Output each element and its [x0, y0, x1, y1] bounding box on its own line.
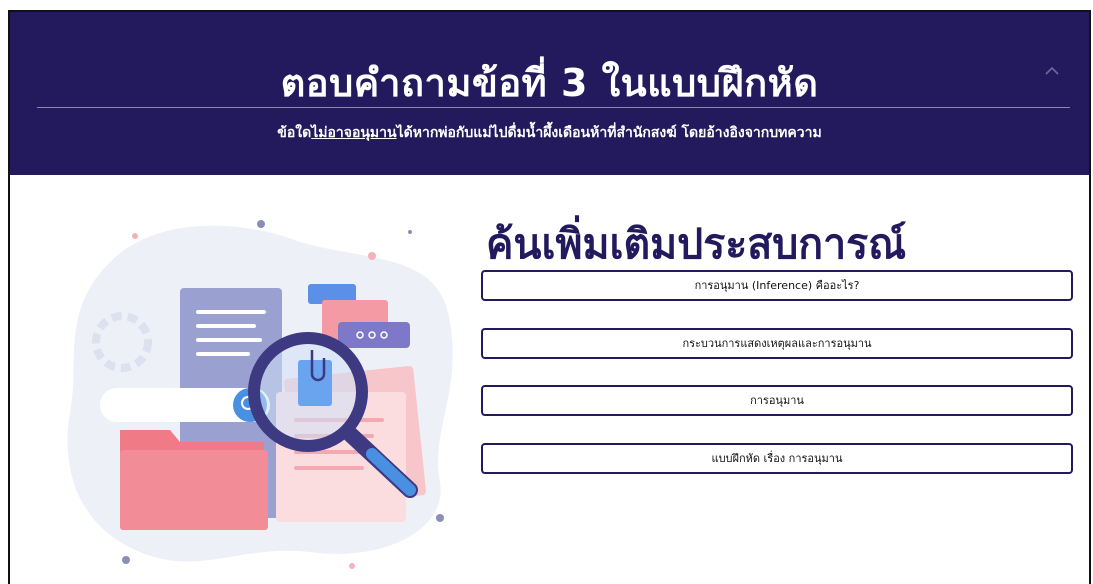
search-illustration: [50, 192, 470, 584]
page-title: ตอบคำถามข้อที่ 3 ในแบบฝึกหัด: [280, 61, 819, 105]
header-divider: [37, 107, 1070, 108]
chevron-up-icon: [1045, 66, 1059, 75]
link-button-inference-definition[interactable]: การอนุมาน (Inference) คืออะไร?: [481, 270, 1073, 301]
related-links-list: การอนุมาน (Inference) คืออะไร? กระบวนการ…: [481, 270, 1073, 500]
collapse-button[interactable]: [1041, 60, 1063, 82]
link-button-reasoning-process[interactable]: กระบวนการแสดงเหตุผลและการอนุมาน: [481, 327, 1073, 359]
question-prefix: ข้อใด: [277, 125, 312, 141]
page-frame: ตอบคำถามข้อที่ 3 ในแบบฝึกหัด ข้อใดไม่อาจ…: [8, 10, 1091, 584]
link-button-inference-exercise[interactable]: แบบฝึกหัด เรื่อง การอนุมาน: [481, 442, 1073, 474]
link-button-inference[interactable]: การอนุมาน: [481, 385, 1073, 416]
header-banner: ตอบคำถามข้อที่ 3 ในแบบฝึกหัด ข้อใดไม่อาจ…: [10, 12, 1089, 175]
question-emphasis: ไม่อาจอนุมาน: [311, 125, 397, 141]
question-text: ข้อใดไม่อาจอนุมานได้หากพ่อกับแม่ไปดื่มน้…: [10, 122, 1089, 144]
question-suffix: ได้หากพ่อกับแม่ไปดื่มน้ำผึ้งเดือนห้าที่ส…: [396, 125, 822, 141]
section-title: ค้นเพิ่มเติมประสบการณ์: [486, 220, 907, 268]
